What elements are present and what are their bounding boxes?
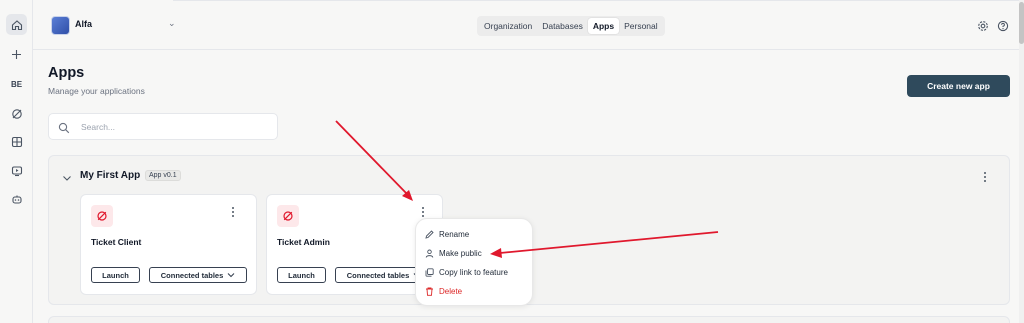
menu-item-label: Make public — [439, 248, 482, 258]
bot-icon[interactable] — [6, 189, 27, 210]
tab-personal[interactable]: Personal — [619, 18, 663, 34]
plus-icon[interactable] — [6, 44, 27, 65]
table-icon[interactable] — [6, 131, 27, 152]
connected-tables-dropdown[interactable]: Connected tables — [149, 267, 247, 283]
app-card[interactable]: Ticket Client Launch Connected tables — [80, 194, 257, 295]
scrollbar-thumb[interactable] — [1019, 2, 1024, 44]
page-subtitle: Manage your applications — [48, 86, 145, 96]
kebab-menu-icon[interactable] — [231, 205, 235, 223]
play-icon[interactable] — [6, 160, 27, 181]
chevron-down-icon — [227, 273, 235, 278]
search-box[interactable] — [48, 113, 278, 140]
top-divider — [173, 0, 1024, 3]
menu-item-rename[interactable]: Rename — [425, 227, 469, 241]
tab-apps[interactable]: Apps — [587, 18, 620, 34]
context-menu: Rename Make public Copy link to feature … — [415, 218, 533, 306]
connected-tables-label: Connected tables — [160, 270, 224, 280]
next-app-group — [48, 316, 1010, 323]
workspace-logo[interactable] — [51, 16, 70, 35]
search-icon — [58, 121, 70, 139]
scrollbar[interactable] — [1019, 0, 1024, 323]
menu-item-make-public[interactable]: Make public — [425, 246, 482, 260]
search-input[interactable] — [81, 119, 271, 135]
help-icon[interactable] — [997, 19, 1009, 37]
page-title: Apps — [48, 65, 85, 81]
menu-item-label: Rename — [439, 229, 470, 239]
pencil-icon — [425, 229, 434, 239]
app-eye-off-icon — [91, 205, 113, 227]
card-title: Ticket Client — [91, 237, 142, 247]
launch-button[interactable]: Launch — [91, 267, 140, 283]
user-icon — [425, 249, 434, 258]
trash-icon — [426, 287, 433, 296]
chevron-down-icon[interactable]: ⌄ — [168, 18, 176, 29]
card-title: Ticket Admin — [277, 237, 330, 247]
kebab-menu-icon[interactable] — [983, 170, 987, 188]
nav-tabs: Organization Databases Apps Personal — [477, 16, 665, 36]
menu-item-delete[interactable]: Delete — [425, 284, 462, 298]
chevron-down-icon[interactable] — [62, 170, 72, 188]
copy-icon — [425, 267, 434, 277]
menu-item-label: Copy link to feature — [439, 267, 508, 277]
workspace-name[interactable]: Alfa — [75, 19, 92, 29]
home-icon[interactable] — [6, 14, 27, 35]
version-badge: App v0.1 — [145, 170, 181, 181]
menu-item-label: Delete — [439, 286, 463, 296]
menu-item-copy-link[interactable]: Copy link to feature — [425, 265, 508, 279]
tab-databases[interactable]: Databases — [537, 18, 588, 34]
launch-button[interactable]: Launch — [277, 267, 326, 283]
connected-tables-label: Connected tables — [346, 270, 410, 280]
workspace-be-button[interactable]: BE — [6, 74, 27, 95]
create-new-app-button[interactable]: Create new app — [907, 75, 1010, 97]
group-title: My First App — [80, 170, 141, 181]
gear-icon[interactable] — [977, 19, 989, 37]
tab-organization[interactable]: Organization — [479, 18, 537, 34]
top-bar: Alfa ⌄ Organization Databases Apps Perso… — [33, 0, 1024, 50]
eye-off-icon[interactable] — [6, 103, 27, 124]
left-rail: BE — [0, 0, 33, 323]
app-eye-off-icon — [277, 205, 299, 227]
